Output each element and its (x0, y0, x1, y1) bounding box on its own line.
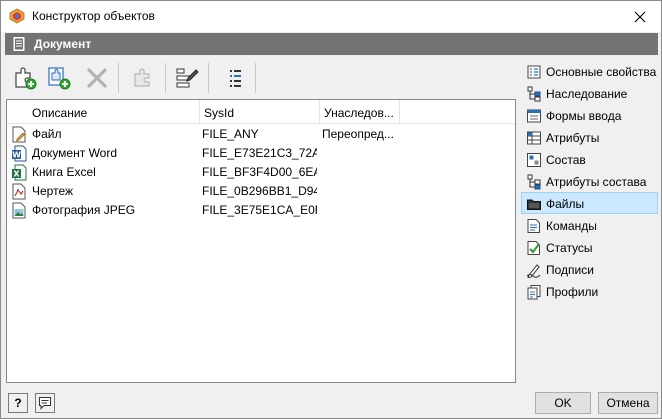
cell-inherited: Переопред... (322, 127, 394, 141)
cell-sysid: FILE_E73E21C3_72A... (202, 146, 317, 160)
list-order-button[interactable] (221, 64, 249, 92)
column-header-description[interactable]: Описание (27, 100, 199, 124)
nav-item-label: Атрибуты состава (546, 175, 647, 189)
nav-item-input-forms[interactable]: Формы ввода (521, 104, 658, 126)
form-icon (527, 109, 541, 123)
cell-inherited (322, 201, 400, 220)
statuses-icon (527, 241, 540, 255)
table-row[interactable]: Файл FILE_ANY Переопред... (7, 125, 515, 144)
nav-item-label: Файлы (546, 197, 585, 211)
ok-button[interactable]: OK (535, 392, 591, 414)
nav-item-profiles[interactable]: Профили (521, 280, 658, 302)
delete-x-icon (87, 68, 107, 88)
app-logo-icon (9, 8, 25, 24)
add-from-catalog-button[interactable] (45, 64, 73, 92)
comment-icon (39, 397, 51, 410)
title-bar: Конструктор объектов (1, 1, 661, 32)
file-types-table[interactable]: Описание SysId Унаследов... Файл FILE_AN… (6, 99, 516, 383)
nav-item-files[interactable]: Файлы (521, 192, 658, 214)
composition-icon (527, 153, 541, 167)
table-header: Описание SysId Унаследов... (7, 100, 515, 124)
nav-item-composition-attributes[interactable]: Атрибуты состава (521, 170, 658, 192)
comment-button[interactable] (35, 393, 55, 413)
document-icon (13, 37, 25, 51)
cell-sysid: FILE_ANY (202, 127, 259, 141)
nav-item-statuses[interactable]: Статусы (521, 236, 658, 258)
section-navigation: Основные свойства Наследование Формы вво… (521, 60, 659, 310)
table-row[interactable]: W Документ Word FILE_E73E21C3_72A... (7, 144, 515, 163)
add-catalog-icon (48, 67, 71, 90)
svg-text:X: X (13, 170, 20, 179)
close-button[interactable] (619, 1, 661, 32)
table-row[interactable]: Фотография JPEG FILE_3E75E1CA_E0F... (7, 201, 515, 220)
cell-inherited (322, 144, 400, 163)
add-item-button[interactable] (11, 64, 39, 92)
nav-item-composition[interactable]: Состав (521, 148, 658, 170)
cell-description: Чертеж (32, 184, 74, 198)
help-icon: ? (14, 396, 22, 410)
excel-icon: X (12, 164, 27, 181)
close-icon (634, 11, 646, 22)
puzzle-disabled-icon (134, 68, 150, 87)
delete-button[interactable] (83, 64, 111, 92)
nav-item-label: Профили (546, 285, 599, 299)
list-dots-icon (230, 70, 241, 87)
properties-icon (527, 65, 541, 79)
svg-text:W: W (12, 151, 21, 160)
attributes-icon (527, 131, 541, 145)
cell-description: Книга Excel (32, 165, 96, 179)
nav-item-attributes[interactable]: Атрибуты (521, 126, 658, 148)
cell-sysid: FILE_3E75E1CA_E0F... (202, 203, 317, 217)
edit-list-icon (176, 68, 199, 88)
nav-item-label: Состав (546, 153, 586, 167)
toolbar (5, 59, 517, 97)
column-header-sysid[interactable]: SysId (199, 100, 319, 124)
inheritance-icon (527, 86, 541, 102)
commands-icon (527, 219, 540, 233)
files-icon (527, 199, 541, 210)
panel-title: Документ (34, 37, 92, 51)
nav-item-basic-properties[interactable]: Основные свойства (521, 60, 658, 82)
disabled-puzzle-button[interactable] (129, 64, 157, 92)
nav-item-inheritance[interactable]: Наследование (521, 82, 658, 104)
add-puzzle-icon (15, 67, 37, 90)
cancel-button[interactable]: Отмена (598, 392, 658, 414)
nav-item-label: Подписи (546, 263, 594, 277)
nav-item-label: Формы ввода (546, 109, 622, 123)
dialog-window: Конструктор объектов Документ Описание S… (0, 0, 662, 419)
table-row[interactable]: X Книга Excel FILE_BF3F4D00_6EA... (7, 163, 515, 182)
composition-attributes-icon (527, 174, 541, 190)
cell-description: Документ Word (32, 146, 118, 160)
cell-sysid: FILE_BF3F4D00_6EA... (202, 165, 317, 179)
column-header-inherited[interactable]: Унаследов... (319, 100, 399, 124)
profiles-icon (527, 285, 541, 300)
nav-item-commands[interactable]: Команды (521, 214, 658, 236)
cell-description: Файл (32, 127, 62, 141)
panel-header: Документ (5, 33, 658, 55)
nav-item-label: Статусы (546, 241, 593, 255)
edit-properties-button[interactable] (173, 64, 201, 92)
cell-sysid: FILE_0B296BB1_D94... (202, 184, 317, 198)
nav-item-label: Наследование (546, 87, 628, 101)
window-title: Конструктор объектов (32, 9, 155, 23)
nav-item-label: Атрибуты (546, 131, 600, 145)
cell-inherited (322, 163, 400, 182)
word-icon: W (12, 145, 27, 162)
image-icon (12, 202, 26, 219)
signatures-icon (526, 264, 541, 278)
help-button[interactable]: ? (8, 393, 28, 413)
table-row[interactable]: Чертеж FILE_0B296BB1_D94... (7, 182, 515, 201)
nav-item-signatures[interactable]: Подписи (521, 258, 658, 280)
nav-item-label: Команды (546, 219, 597, 233)
cell-inherited (322, 182, 400, 201)
drawing-icon (12, 183, 26, 200)
cell-description: Фотография JPEG (32, 203, 136, 217)
nav-item-label: Основные свойства (546, 65, 657, 79)
file-icon (12, 126, 26, 143)
